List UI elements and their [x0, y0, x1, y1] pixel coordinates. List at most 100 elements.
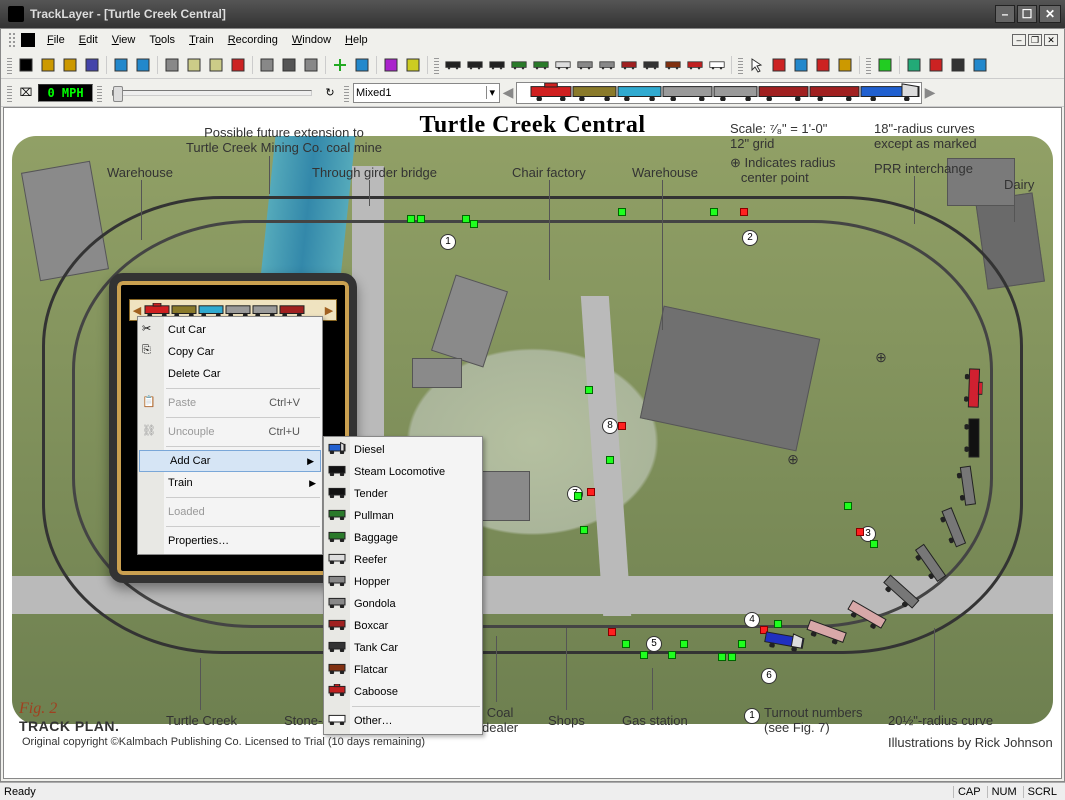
- throttle-car[interactable]: [252, 303, 278, 317]
- consist-car[interactable]: [530, 85, 572, 101]
- mdi-close-button[interactable]: ✕: [1044, 34, 1058, 46]
- undo-icon[interactable]: [111, 55, 131, 75]
- consist-next[interactable]: ▶: [924, 84, 936, 101]
- ctx-cut[interactable]: ✂Cut Car: [138, 319, 322, 341]
- throttle-car[interactable]: [171, 303, 197, 317]
- addcar-hopper[interactable]: Hopper: [324, 571, 482, 593]
- addcar-pullman[interactable]: Pullman: [324, 505, 482, 527]
- paste-icon[interactable]: [206, 55, 226, 75]
- ctx-train[interactable]: Train▶: [138, 472, 322, 494]
- menu-recording[interactable]: Recording: [222, 32, 284, 48]
- throttle-car[interactable]: [279, 303, 305, 317]
- flat-icon[interactable]: [663, 55, 683, 75]
- cut-icon[interactable]: [162, 55, 182, 75]
- marker-icon[interactable]: [791, 55, 811, 75]
- print-icon[interactable]: [279, 55, 299, 75]
- car-icon[interactable]: [443, 55, 463, 75]
- consist-car[interactable]: [860, 85, 920, 101]
- car-icon[interactable]: [597, 55, 617, 75]
- consist-prev[interactable]: ◀: [502, 84, 514, 101]
- del-icon[interactable]: [228, 55, 248, 75]
- cab-icon[interactable]: [685, 55, 705, 75]
- consist-car[interactable]: [713, 85, 758, 101]
- led-icon[interactable]: [875, 55, 895, 75]
- consist-car[interactable]: [809, 85, 860, 101]
- menubar-handle[interactable]: [9, 33, 15, 47]
- menu-window[interactable]: Window: [286, 32, 337, 48]
- tender-icon[interactable]: [487, 55, 507, 75]
- ctx-addcar[interactable]: Add Car▶: [139, 450, 321, 472]
- ctx-copy[interactable]: ⎘Copy Car: [138, 341, 322, 363]
- addcar-reefer[interactable]: Reefer: [324, 549, 482, 571]
- dcc-display-icon[interactable]: ⌧: [16, 83, 36, 103]
- throttle-car[interactable]: [225, 303, 251, 317]
- notes-icon[interactable]: [403, 55, 423, 75]
- open2-icon[interactable]: [60, 55, 80, 75]
- menu-file[interactable]: File: [41, 32, 71, 48]
- addcar-baggage[interactable]: Baggage: [324, 527, 482, 549]
- context-menu-addcar[interactable]: Diesel Steam Locomotive Tender Pullman B…: [323, 436, 483, 735]
- menu-tools[interactable]: Tools: [143, 32, 181, 48]
- plus-icon[interactable]: [330, 55, 350, 75]
- train-select[interactable]: Mixed1 ▾: [353, 83, 500, 103]
- tank-icon[interactable]: [641, 55, 661, 75]
- car-icon[interactable]: [509, 55, 529, 75]
- throttle-slider[interactable]: [112, 90, 312, 96]
- preview-icon[interactable]: [257, 55, 277, 75]
- consist-car[interactable]: [758, 85, 809, 101]
- menu-view[interactable]: View: [106, 32, 142, 48]
- throttle-car[interactable]: [144, 303, 170, 317]
- save-icon[interactable]: [82, 55, 102, 75]
- mdi-min-button[interactable]: –: [1012, 34, 1026, 46]
- mdi-restore-button[interactable]: ❐: [1028, 34, 1042, 46]
- trackplan-view[interactable]: Turtle Creek Central Possible future ext…: [3, 107, 1062, 779]
- ontrack-car[interactable]: [962, 418, 983, 458]
- car-icon[interactable]: [619, 55, 639, 75]
- book-icon[interactable]: [381, 55, 401, 75]
- track-seg-icon[interactable]: [352, 55, 372, 75]
- build-icon[interactable]: [835, 55, 855, 75]
- grid1-icon[interactable]: [904, 55, 924, 75]
- menu-help[interactable]: Help: [339, 32, 374, 48]
- menu-train[interactable]: Train: [183, 32, 220, 48]
- other-icon[interactable]: [707, 55, 727, 75]
- doc-icon[interactable]: [21, 33, 35, 47]
- consist-car[interactable]: [572, 85, 617, 101]
- ontrack-car[interactable]: [961, 368, 983, 409]
- grid2-icon[interactable]: [926, 55, 946, 75]
- car-icon[interactable]: [553, 55, 573, 75]
- open-icon[interactable]: [38, 55, 58, 75]
- addcar-tankcar[interactable]: Tank Car: [324, 637, 482, 659]
- ctx-props[interactable]: Properties…: [138, 530, 322, 552]
- edit-track-icon[interactable]: [769, 55, 789, 75]
- addcar-tender[interactable]: Tender: [324, 483, 482, 505]
- copy-icon[interactable]: [184, 55, 204, 75]
- grid3-icon[interactable]: [948, 55, 968, 75]
- addcar-boxcar[interactable]: Boxcar: [324, 615, 482, 637]
- addcar-flatcar[interactable]: Flatcar: [324, 659, 482, 681]
- consist-car[interactable]: [617, 85, 662, 101]
- minimize-button[interactable]: –: [995, 5, 1015, 23]
- zoom-icon[interactable]: [970, 55, 990, 75]
- car-icon[interactable]: [575, 55, 595, 75]
- addcar-gondola[interactable]: Gondola: [324, 593, 482, 615]
- addcar-steam[interactable]: Steam Locomotive: [324, 461, 482, 483]
- maximize-button[interactable]: ☐: [1017, 5, 1037, 23]
- addcar-other[interactable]: Other…: [324, 710, 482, 732]
- car-icon[interactable]: [531, 55, 551, 75]
- new-doc-icon[interactable]: [16, 55, 36, 75]
- addcar-diesel[interactable]: Diesel: [324, 439, 482, 461]
- consist-car[interactable]: [662, 85, 713, 101]
- find-icon[interactable]: [301, 55, 321, 75]
- redo-icon[interactable]: [133, 55, 153, 75]
- loco-icon[interactable]: [465, 55, 485, 75]
- ctx-delete[interactable]: Delete Car: [138, 363, 322, 385]
- addcar-caboose[interactable]: Caboose: [324, 681, 482, 703]
- context-menu-car[interactable]: ✂Cut Car⎘Copy CarDelete Car📋PasteCtrl+V⛓…: [137, 316, 323, 555]
- slider-end-icon[interactable]: ↻: [320, 83, 340, 103]
- arrow-icon[interactable]: [747, 55, 767, 75]
- menu-edit[interactable]: Edit: [73, 32, 104, 48]
- erase-icon[interactable]: [813, 55, 833, 75]
- close-button[interactable]: ✕: [1039, 5, 1061, 23]
- throttle-car[interactable]: [198, 303, 224, 317]
